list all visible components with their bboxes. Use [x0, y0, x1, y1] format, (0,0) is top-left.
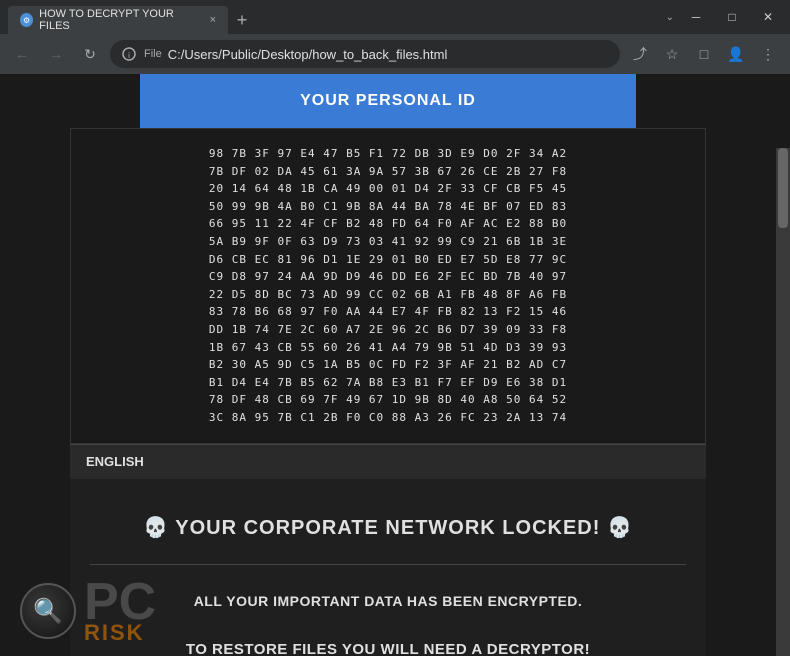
hex-block: 98 7B 3F 97 E4 47 B5 F1 72 DB 3D E9 D0 2… [70, 128, 706, 444]
new-tab-button[interactable]: + [228, 6, 256, 34]
nav-bar: ← → ↻ i File C:/Users/Public/Desktop/how… [0, 34, 790, 74]
language-bar: ENGLISH [70, 444, 706, 479]
language-label: ENGLISH [86, 454, 144, 469]
network-locked-message: 💀 YOUR CORPORATE NETWORK LOCKED! 💀 [90, 499, 686, 556]
restore-message: TO RESTORE FILES YOU WILL NEED A DECRYPT… [90, 625, 686, 656]
back-button[interactable]: ← [8, 40, 36, 68]
main-content: 💀 YOUR CORPORATE NETWORK LOCKED! 💀 ALL Y… [70, 479, 706, 656]
chevron-down-icon[interactable]: ⌄ [666, 12, 674, 23]
url-text: C:/Users/Public/Desktop/how_to_back_file… [168, 47, 608, 62]
hex-content: 98 7B 3F 97 E4 47 B5 F1 72 DB 3D E9 D0 2… [91, 145, 685, 427]
page-content: YOUR PERSONAL ID 98 7B 3F 97 E4 47 B5 F1… [0, 74, 776, 656]
bookmark-icon[interactable]: ☆ [658, 40, 686, 68]
divider-1 [90, 564, 686, 565]
file-protocol: File [144, 48, 162, 60]
tab-area: ⚙ HOW TO DECRYPT YOUR FILES × + [8, 0, 256, 34]
forward-button[interactable]: → [42, 40, 70, 68]
browser-chrome: ⚙ HOW TO DECRYPT YOUR FILES × + ⌄ ─ □ ✕ … [0, 0, 790, 74]
scrollbar[interactable] [776, 148, 790, 656]
svg-text:i: i [128, 51, 130, 60]
tab-title: HOW TO DECRYPT YOUR FILES [39, 8, 197, 32]
tab-favicon: ⚙ [20, 13, 33, 27]
page-wrapper: YOUR PERSONAL ID 98 7B 3F 97 E4 47 B5 F1… [0, 74, 790, 656]
title-bar-left: ⚙ HOW TO DECRYPT YOUR FILES × + [8, 0, 256, 34]
window-controls: ⌄ ─ □ ✕ [666, 3, 782, 31]
active-tab[interactable]: ⚙ HOW TO DECRYPT YOUR FILES × [8, 6, 228, 34]
close-button[interactable]: ✕ [754, 3, 782, 31]
scrollbar-thumb[interactable] [778, 148, 788, 228]
profile-icon[interactable]: 👤 [722, 40, 750, 68]
title-bar: ⚙ HOW TO DECRYPT YOUR FILES × + ⌄ ─ □ ✕ [0, 0, 790, 34]
extensions-icon[interactable]: □ [690, 40, 718, 68]
tab-close-button[interactable]: × [210, 14, 216, 26]
maximize-button[interactable]: □ [718, 3, 746, 31]
refresh-button[interactable]: ↻ [76, 40, 104, 68]
nav-icons: ⤴ ☆ □ 👤 ⋮ [626, 40, 782, 68]
share-icon[interactable]: ⤴ [626, 40, 654, 68]
address-bar[interactable]: i File C:/Users/Public/Desktop/how_to_ba… [110, 40, 620, 68]
personal-id-header: YOUR PERSONAL ID [140, 74, 636, 128]
encrypted-message: ALL YOUR IMPORTANT DATA HAS BEEN ENCRYPT… [90, 573, 686, 625]
minimize-button[interactable]: ─ [682, 3, 710, 31]
menu-icon[interactable]: ⋮ [754, 40, 782, 68]
personal-id-label: YOUR PERSONAL ID [300, 92, 476, 109]
protocol-indicator: i [122, 47, 138, 61]
